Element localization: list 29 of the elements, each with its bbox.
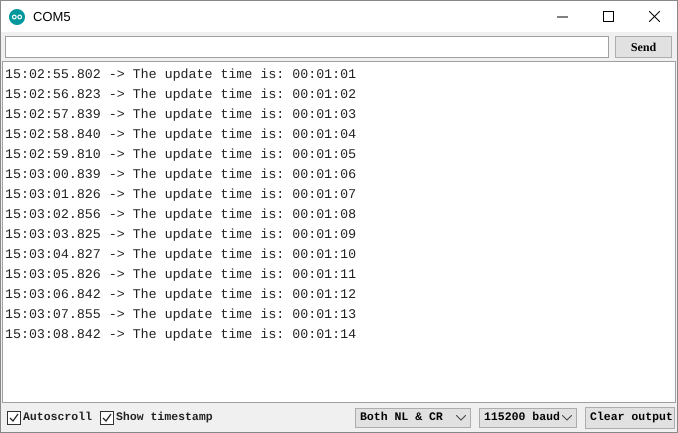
send-button[interactable]: Send — [615, 36, 672, 58]
output-line: 15:03:08.842 -> The update time is: 00:01:14 — [5, 326, 358, 344]
output-line: 15:02:57.839 -> The update time is: 00:01:03 — [5, 106, 358, 124]
checkbox[interactable] — [7, 410, 21, 424]
output-line: 15:03:04.827 -> The update time is: 00:01:10 — [5, 246, 358, 264]
output-line: 15:03:02.856 -> The update time is: 00:01:08 — [5, 206, 358, 224]
checkbox-label: Autoscroll — [23, 411, 92, 424]
output-line: 15:03:01.826 -> The update time is: 00:01:07 — [5, 186, 358, 204]
chevron-down-icon — [456, 414, 466, 420]
message-input-field[interactable] — [5, 36, 609, 58]
output-line: 15:02:58.840 -> The update time is: 00:01:04 — [5, 126, 358, 144]
output-line: 15:03:06.842 -> The update time is: 00:01:12 — [5, 286, 358, 304]
output-line: 15:02:59.810 -> The update time is: 00:01:05 — [5, 146, 358, 164]
baud-rate-dropdown[interactable]: 115200 baud — [479, 408, 577, 428]
app-logo-icon — [9, 8, 25, 24]
output-line: 15:03:07.855 -> The update time is: 00:01:13 — [5, 306, 358, 324]
checkbox[interactable] — [100, 410, 114, 424]
close-icon — [648, 11, 660, 22]
checkbox-label: Show timestamp — [116, 411, 213, 424]
output-line: 15:03:00.839 -> The update time is: 00:01:06 — [5, 166, 358, 184]
output-line: 15:02:56.823 -> The update time is: 00:01:02 — [5, 86, 358, 104]
window-title: COM5 — [33, 9, 72, 24]
line-ending-dropdown[interactable]: Both NL & CR — [355, 408, 471, 428]
chevron-down-icon — [562, 414, 572, 420]
maximize-icon — [602, 11, 614, 22]
output-line: 15:03:05.826 -> The update time is: 00:01:11 — [5, 266, 358, 284]
clear-output-button[interactable]: Clear output — [585, 406, 675, 428]
output-line: 15:02:55.802 -> The update time is: 00:01:01 — [5, 66, 358, 84]
output-line: 15:03:03.825 -> The update time is: 00:01:09 — [5, 226, 358, 244]
